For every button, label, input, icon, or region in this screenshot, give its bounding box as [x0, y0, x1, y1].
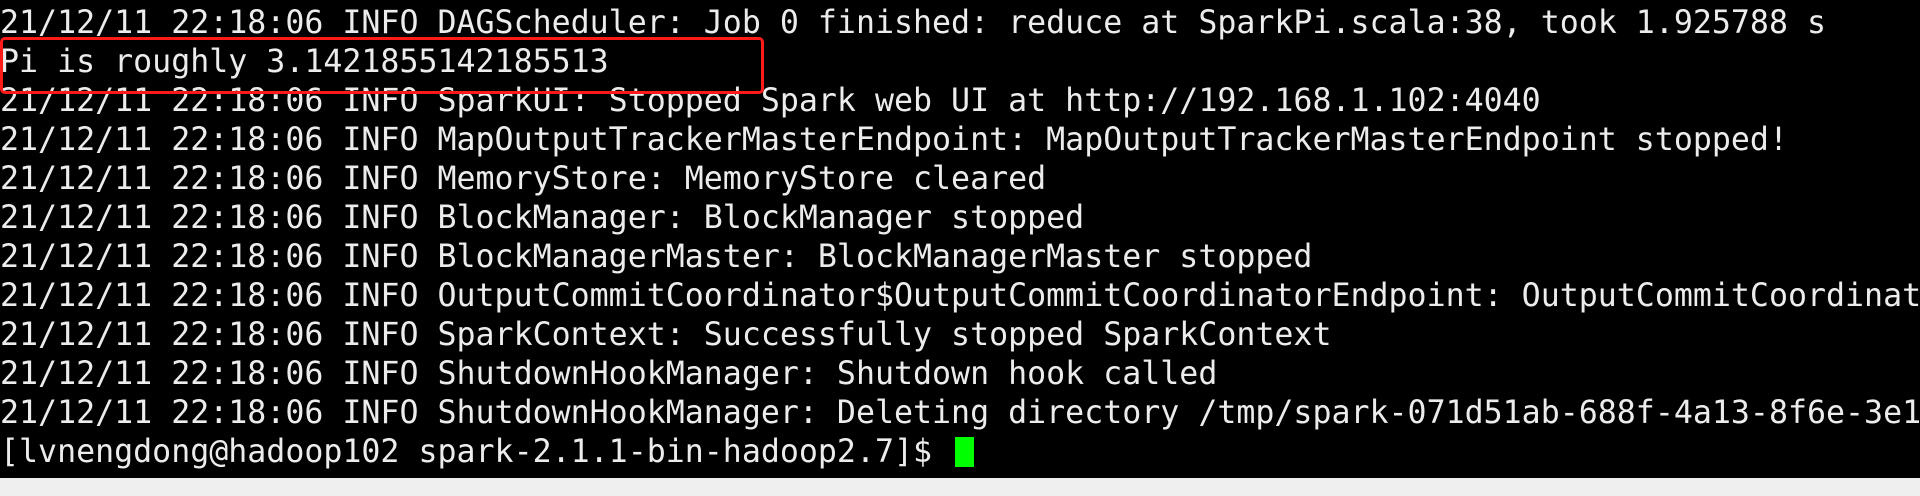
- log-line: 21/12/11 22:18:06 INFO OutputCommitCoord…: [0, 278, 1920, 314]
- highlight-box: [0, 37, 764, 94]
- log-line: 21/12/11 22:18:06 INFO ShutdownHookManag…: [0, 356, 1218, 392]
- log-line: 21/12/11 22:18:06 INFO MemoryStore: Memo…: [0, 161, 1047, 197]
- log-line: 21/12/11 22:18:06 INFO SparkContext: Suc…: [0, 317, 1332, 353]
- text-cursor: [955, 437, 975, 467]
- log-line: 21/12/11 22:18:06 INFO ShutdownHookManag…: [0, 395, 1920, 431]
- log-line: 21/12/11 22:18:06 INFO MapOutputTrackerM…: [0, 122, 1788, 158]
- window-bottom-strip: [0, 478, 1920, 496]
- log-line: 21/12/11 22:18:06 INFO BlockManagerMaste…: [0, 239, 1313, 275]
- command-prompt-line[interactable]: [lvnengdong@hadoop102 spark-2.1.1-bin-ha…: [0, 433, 1920, 472]
- log-line: 21/12/11 22:18:06 INFO BlockManager: Blo…: [0, 200, 1085, 236]
- shell-prompt: [lvnengdong@hadoop102 spark-2.1.1-bin-ha…: [0, 434, 952, 470]
